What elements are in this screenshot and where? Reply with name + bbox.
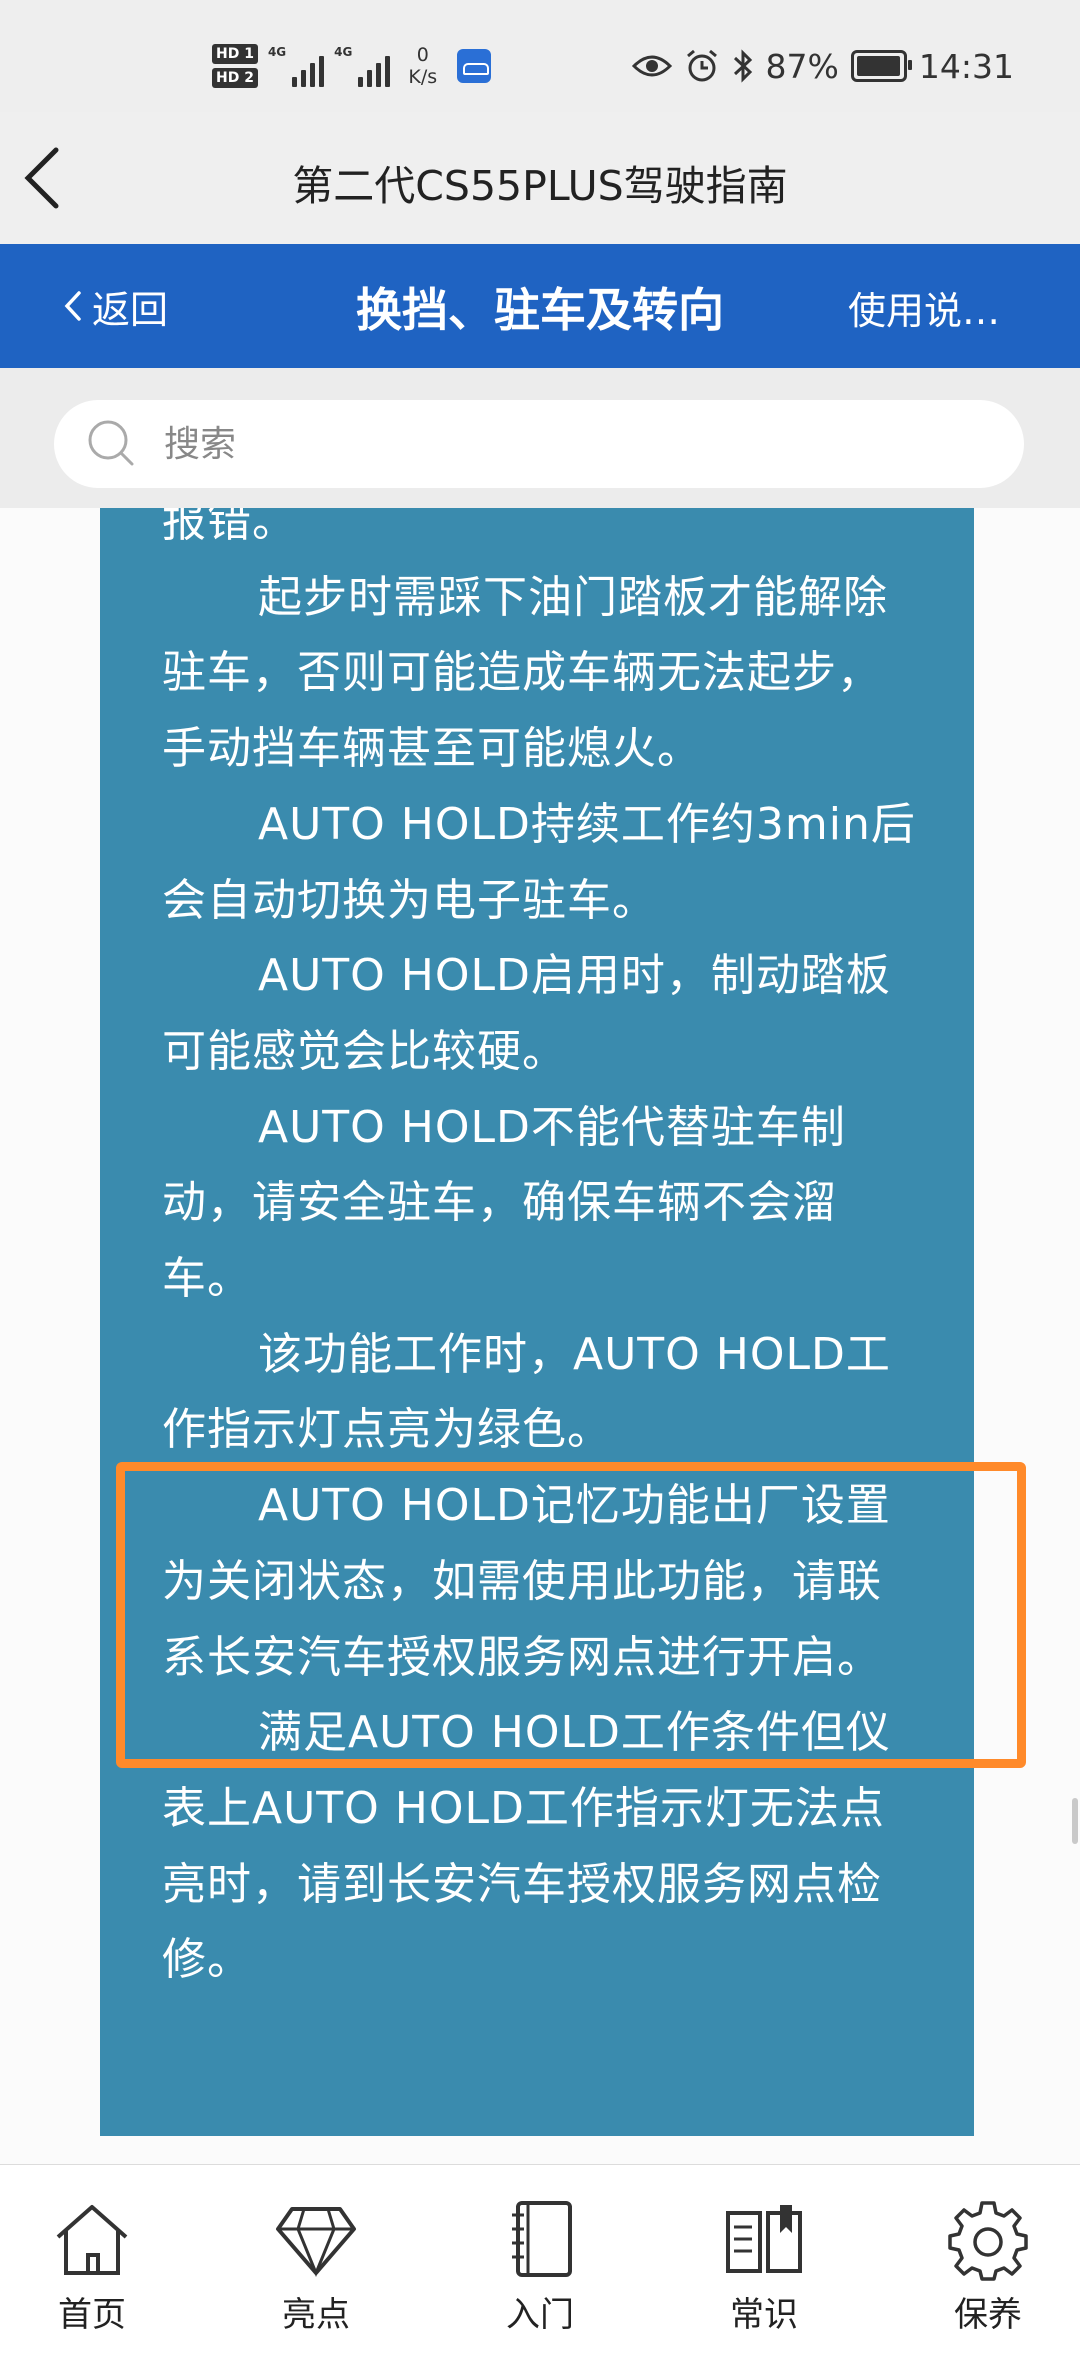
paragraph-start-requirement: 起步时需踩下油门踏板才能解除驻车，否则可能造成车辆无法起步，手动挡车辆甚至可能熄… — [162, 571, 888, 775]
search-icon — [88, 420, 134, 466]
tab-highlights[interactable]: 亮点 — [236, 2197, 396, 2336]
status-right-group: 87% 14:31 — [631, 42, 1014, 90]
content-area[interactable]: 报错。 起步时需踩下油门踏板才能解除驻车，否则可能造成车辆无法起步，手动挡车辆甚… — [0, 508, 1080, 2164]
tab-home-label: 首页 — [58, 2295, 126, 2335]
search-input[interactable] — [162, 422, 986, 466]
sim-badges: HD 1 HD 2 — [212, 44, 258, 88]
manual-link[interactable]: 使用说… — [848, 280, 1000, 335]
home-icon — [56, 2205, 128, 2275]
note-block: 报错。 起步时需踩下油门踏板才能解除驻车，否则可能造成车辆无法起步，手动挡车辆甚… — [100, 508, 974, 2136]
tab-getting-started[interactable]: 入门 — [460, 2197, 620, 2336]
tab-highlights-label: 亮点 — [282, 2295, 350, 2335]
network-1-label: 4G — [267, 45, 287, 59]
network-speed-value: 0 — [416, 44, 429, 66]
scrollbar[interactable] — [1072, 1798, 1078, 1844]
sim2-badge: HD 2 — [212, 68, 258, 88]
car-app-notification-icon — [457, 49, 492, 83]
tab-getting-started-label: 入门 — [506, 2295, 574, 2335]
signal-2-icon: 4G — [334, 45, 391, 87]
partial-paragraph: 报错。 — [162, 508, 297, 547]
search-bar — [0, 368, 1080, 508]
search-box[interactable] — [54, 400, 1024, 488]
book-icon — [726, 2205, 802, 2273]
network-2-label: 4G — [334, 45, 353, 59]
section-nav-bar: 返回 换挡、驻车及转向 使用说… — [0, 244, 1080, 368]
note-text: 报错。 起步时需踩下油门踏板才能解除驻车，否则可能造成车辆无法起步，手动挡车辆甚… — [162, 508, 918, 1998]
status-left-group: HD 1 HD 2 4G 4G 0 K/s — [212, 38, 492, 94]
paragraph-auto-switch: AUTO HOLD持续工作约3min后会自动切换为电子驻车。 — [162, 798, 916, 926]
tab-knowledge[interactable]: 常识 — [684, 2197, 844, 2336]
network-speed-unit: K/s — [408, 66, 438, 88]
paragraph-brake-feel: AUTO HOLD启用时，制动踏板可能感觉会比较硬。 — [162, 950, 891, 1077]
alarm-icon — [686, 49, 717, 82]
sim1-badge: HD 1 — [212, 44, 258, 64]
status-bar: HD 1 HD 2 4G 4G 0 K/s 87% 14:31 — [0, 0, 1080, 112]
battery-percent: 87% — [765, 46, 839, 86]
eye-icon — [631, 55, 672, 77]
paragraph-indicator-green: 该功能工作时，AUTO HOLD工作指示灯点亮为绿色。 — [162, 1328, 891, 1456]
notebook-icon — [512, 2201, 572, 2277]
gear-icon — [948, 2201, 1028, 2281]
network-speed: 0 K/s — [408, 44, 437, 88]
signal-1-icon: 4G — [267, 45, 325, 87]
clock-time: 14:31 — [918, 46, 1014, 86]
highlight-annotation — [116, 1462, 1026, 1768]
tab-home[interactable]: 首页 — [12, 2197, 172, 2336]
diamond-icon — [276, 2207, 356, 2277]
tab-maintenance[interactable]: 保养 — [908, 2197, 1068, 2336]
tab-knowledge-label: 常识 — [730, 2295, 798, 2335]
page-title: 第二代CS55PLUS驾驶指南 — [292, 162, 788, 210]
battery-icon — [850, 50, 912, 82]
bluetooth-icon — [733, 49, 752, 83]
title-bar: 第二代CS55PLUS驾驶指南 — [0, 112, 1080, 245]
paragraph-not-replace-parking: AUTO HOLD不能代替驻车制动，请安全驻车，确保车辆不会溜车。 — [162, 1101, 846, 1305]
bottom-tab-bar: 首页 亮点 入门 常识 保养 — [0, 2164, 1080, 2377]
tab-maintenance-label: 保养 — [954, 2295, 1022, 2335]
